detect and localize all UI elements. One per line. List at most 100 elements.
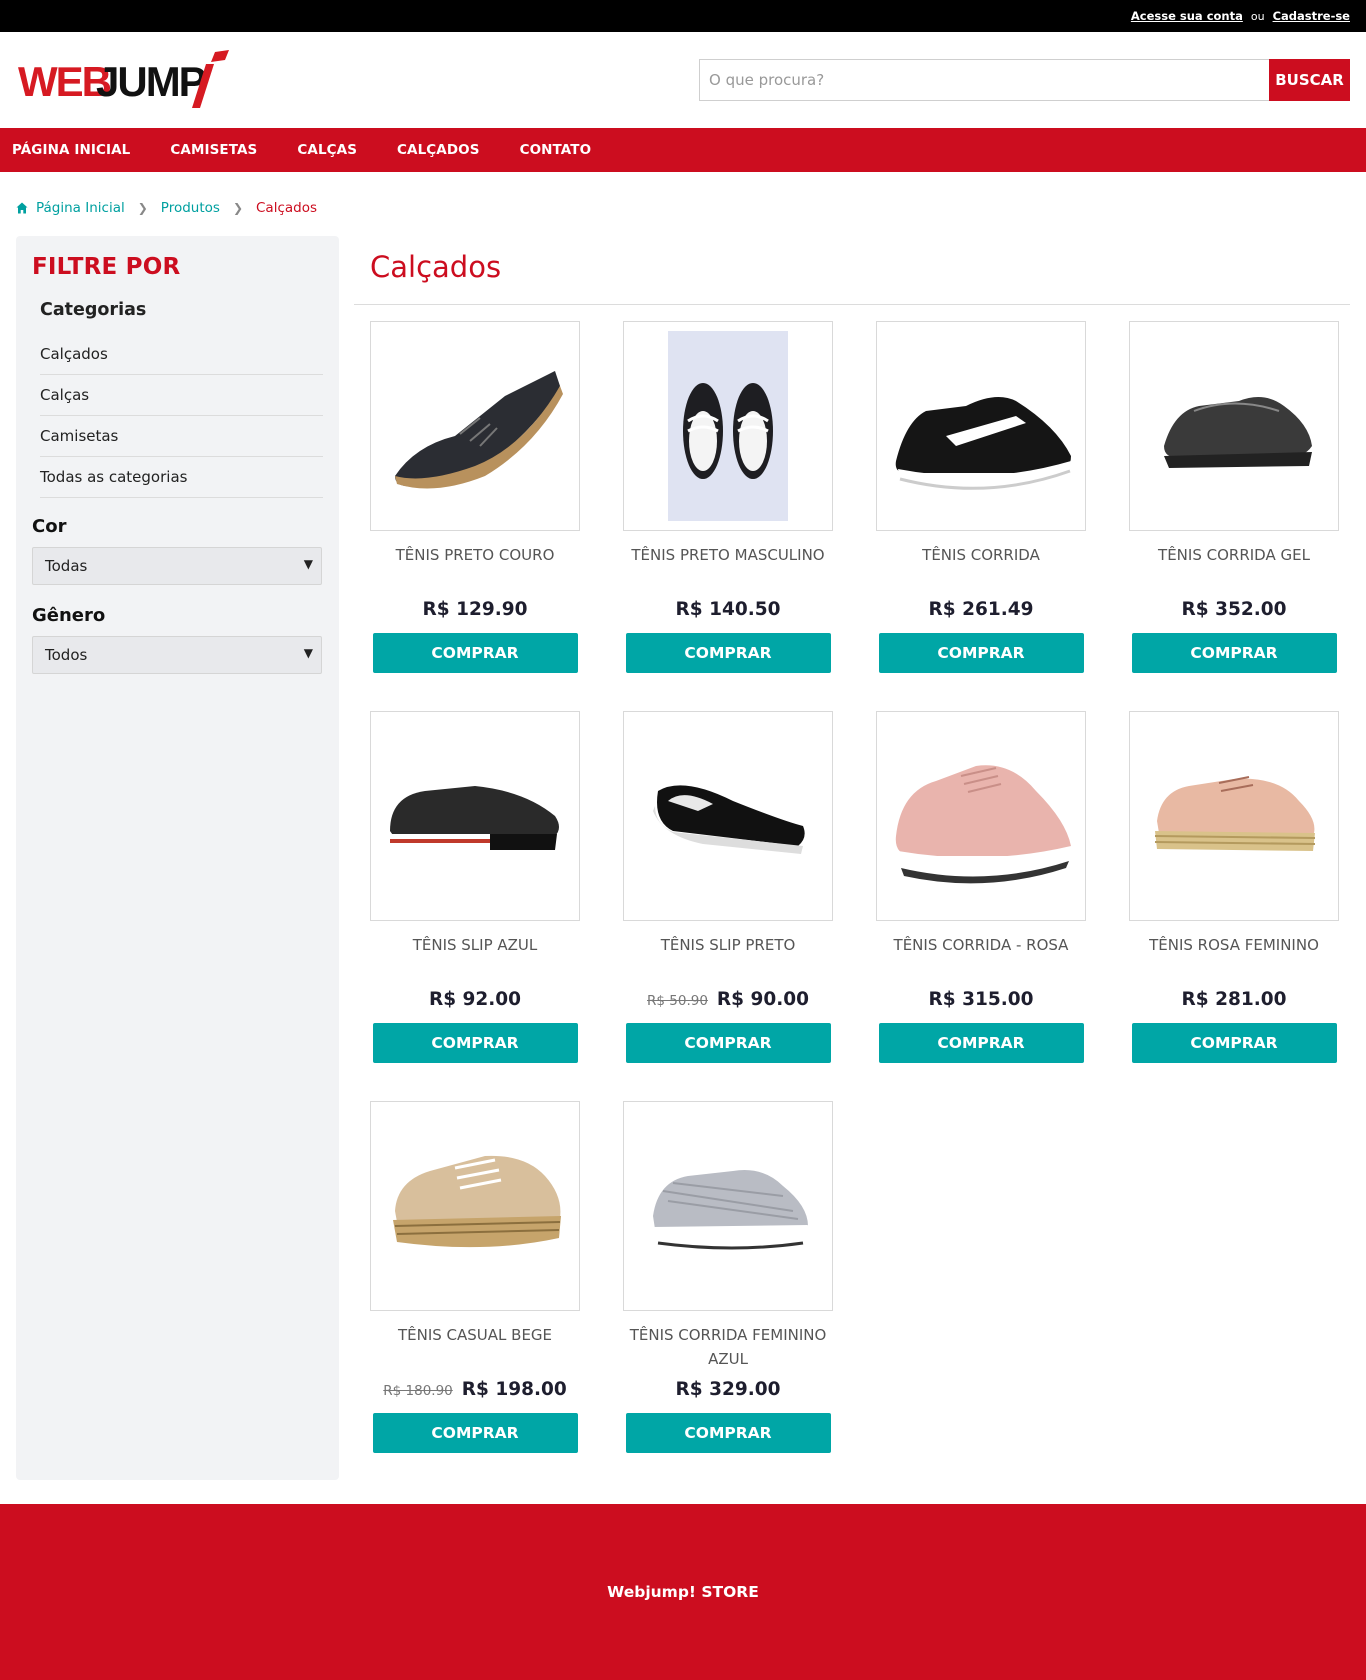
product-price: R$ 329.00 (675, 1379, 781, 1400)
product-name[interactable]: TÊNIS CORRIDA (876, 543, 1086, 591)
buy-button[interactable]: COMPRAR (372, 1413, 578, 1453)
category-item-calcados[interactable]: Calçados (40, 334, 323, 375)
filter-sidebar: FILTRE POR Categorias Calçados Calças Ca… (16, 236, 339, 1480)
product-image[interactable] (370, 1101, 580, 1311)
product-name[interactable]: TÊNIS PRETO COURO (370, 543, 580, 591)
breadcrumb-produtos[interactable]: Produtos (161, 200, 220, 216)
category-item-camisetas[interactable]: Camisetas (40, 416, 323, 457)
price-row: R$ 281.00 (1182, 989, 1287, 1013)
chevron-right-icon: ❯ (137, 201, 148, 215)
chevron-right-icon: ❯ (232, 201, 243, 215)
color-select[interactable]: Todas ▼ (32, 547, 322, 585)
nav-item-home[interactable]: PÁGINA INICIAL (12, 142, 130, 158)
product-name[interactable]: TÊNIS SLIP PRETO (623, 933, 833, 981)
price-row: R$ 329.00 (676, 1379, 781, 1403)
product-price: R$ 140.50 (675, 599, 781, 620)
product-card: TÊNIS CORRIDA - ROSA R$ 315.00 COMPRAR (876, 711, 1086, 1063)
price-row: R$ 315.00 (929, 989, 1034, 1013)
product-price: R$ 92.00 (428, 989, 522, 1010)
product-card: TÊNIS CASUAL BEGE R$ 180.90 R$ 198.00 COMPR… (370, 1101, 580, 1453)
logo[interactable]: WEB JUMP (18, 50, 230, 110)
gender-filter-title: Gênero (32, 605, 106, 626)
product-price: R$ 90.00 (716, 989, 809, 1010)
search-input[interactable] (699, 59, 1269, 101)
product-price: R$ 281.00 (1181, 989, 1287, 1010)
header: WEB JUMP BUSCAR (0, 32, 1366, 128)
chevron-down-icon: ▼ (303, 557, 313, 571)
product-image[interactable] (1129, 711, 1339, 921)
categories-title: Categorias (40, 300, 147, 320)
product-price: R$ 261.49 (928, 599, 1034, 620)
buy-button[interactable]: COMPRAR (372, 1023, 578, 1063)
product-card: TÊNIS CORRIDA R$ 261.49 COMPRAR (876, 321, 1086, 673)
main-nav: PÁGINA INICIAL CAMISETAS CALÇAS CALÇADOS… (0, 128, 1366, 172)
register-link[interactable]: Cadastre-se (1273, 9, 1350, 23)
product-price: R$ 352.00 (1181, 599, 1287, 620)
search-button[interactable]: BUSCAR (1269, 59, 1350, 101)
product-area: Calçados TÊNIS PRETO COURO R$ 129.90 COMPR… (354, 236, 1350, 1453)
buy-button[interactable]: COMPRAR (878, 633, 1084, 673)
nav-item-contato[interactable]: CONTATO (520, 142, 592, 158)
separator-text: ou (1250, 9, 1265, 23)
price-row: R$ 352.00 (1182, 599, 1287, 623)
price-row: R$ 50.90 R$ 90.00 (647, 989, 809, 1013)
footer: Webjump! STORE (0, 1504, 1366, 1680)
buy-button[interactable]: COMPRAR (625, 1023, 831, 1063)
product-name[interactable]: TÊNIS ROSA FEMININO (1129, 933, 1339, 981)
nav-item-calcas[interactable]: CALÇAS (297, 142, 357, 158)
filter-title: FILTRE POR (32, 254, 181, 280)
buy-button[interactable]: COMPRAR (625, 633, 831, 673)
product-image[interactable] (876, 711, 1086, 921)
category-list: Calçados Calças Camisetas Todas as categ… (32, 334, 323, 498)
breadcrumb-current: Calçados (256, 200, 318, 216)
buy-button[interactable]: COMPRAR (878, 1023, 1084, 1063)
product-card: TÊNIS ROSA FEMININO R$ 281.00 COMPRAR (1129, 711, 1339, 1063)
product-name[interactable]: TÊNIS CORRIDA FEMININO AZUL (623, 1323, 833, 1371)
home-icon[interactable] (16, 202, 28, 214)
product-image[interactable] (876, 321, 1086, 531)
product-card: TÊNIS CORRIDA FEMININO AZUL R$ 329.00 COMP… (623, 1101, 833, 1453)
category-item-todas[interactable]: Todas as categorias (40, 457, 323, 498)
nav-item-calcados[interactable]: CALÇADOS (397, 142, 480, 158)
product-card: TÊNIS PRETO COURO R$ 129.90 COMPRAR (370, 321, 580, 673)
footer-text: Webjump! STORE (607, 1583, 759, 1601)
gender-select[interactable]: Todos ▼ (32, 636, 322, 674)
product-image[interactable] (623, 711, 833, 921)
product-name[interactable]: TÊNIS CORRIDA - ROSA (876, 933, 1086, 981)
nav-item-camisetas[interactable]: CAMISETAS (170, 142, 257, 158)
product-image[interactable] (1129, 321, 1339, 531)
buy-button[interactable]: COMPRAR (1131, 1023, 1337, 1063)
logo-dot (211, 50, 229, 62)
product-price: R$ 315.00 (928, 989, 1034, 1010)
product-price: R$ 198.00 (461, 1379, 567, 1400)
price-row: R$ 129.90 (423, 599, 528, 623)
price-row: R$ 92.00 (429, 989, 521, 1013)
price-row: R$ 180.90 R$ 198.00 (383, 1379, 566, 1403)
product-name[interactable]: TÊNIS PRETO MASCULINO (623, 543, 833, 591)
product-name[interactable]: TÊNIS CORRIDA GEL (1129, 543, 1339, 591)
login-link[interactable]: Acesse sua conta (1131, 9, 1243, 23)
account-bar: Acesse sua conta ou Cadastre-se (0, 0, 1366, 32)
product-name[interactable]: TÊNIS CASUAL BEGE (370, 1323, 580, 1371)
buy-button[interactable]: COMPRAR (625, 1413, 831, 1453)
product-image[interactable] (370, 321, 580, 531)
old-price: R$ 50.90 (647, 993, 708, 1009)
price-row: R$ 261.49 (929, 599, 1034, 623)
webjump-logo: WEB JUMP (18, 50, 229, 108)
buy-button[interactable]: COMPRAR (372, 633, 578, 673)
old-price: R$ 180.90 (383, 1383, 453, 1399)
product-name[interactable]: TÊNIS SLIP AZUL (370, 933, 580, 981)
price-row: R$ 140.50 (676, 599, 781, 623)
product-grid: TÊNIS PRETO COURO R$ 129.90 COMPRAR TÊNIS P… (354, 321, 1350, 1453)
buy-button[interactable]: COMPRAR (1131, 633, 1337, 673)
product-image[interactable] (370, 711, 580, 921)
product-image[interactable] (623, 321, 833, 531)
product-image[interactable] (623, 1101, 833, 1311)
product-card: TÊNIS CORRIDA GEL R$ 352.00 COMPRAR (1129, 321, 1339, 673)
gender-select-value: Todos (45, 646, 88, 664)
product-price: R$ 129.90 (422, 599, 528, 620)
product-card: TÊNIS PRETO MASCULINO R$ 140.50 COMPRAR (623, 321, 833, 673)
breadcrumb-home[interactable]: Página Inicial (36, 200, 125, 216)
page-title: Calçados (354, 236, 1350, 305)
category-item-calcas[interactable]: Calças (40, 375, 323, 416)
